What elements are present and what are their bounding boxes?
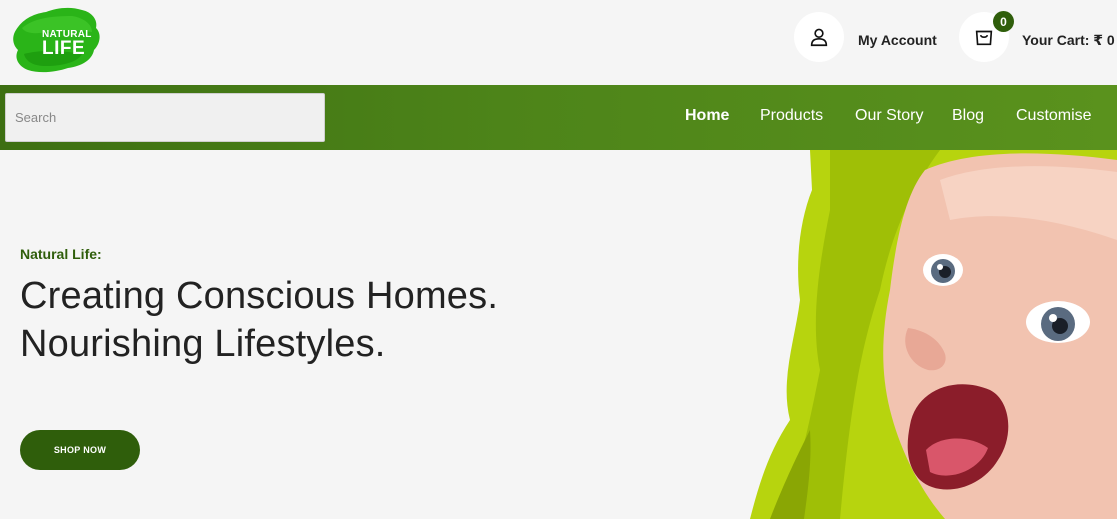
nav-item-home[interactable]: Home <box>685 107 729 125</box>
account-link[interactable]: My Account <box>858 32 937 48</box>
hero-banner: Natural Life: Creating Conscious Homes. … <box>0 150 1117 519</box>
cart-total-link[interactable]: Your Cart: ₹ 0 <box>1022 32 1115 49</box>
account-button[interactable] <box>794 12 844 62</box>
search-input[interactable] <box>5 93 325 142</box>
logo-text-life: LIFE <box>42 38 86 59</box>
shop-now-button[interactable]: SHOP NOW <box>20 430 140 470</box>
shopping-bag-icon <box>975 30 993 46</box>
hero-headline-line-2: Nourishing Lifestyles. <box>20 323 386 365</box>
hero-eyebrow: Natural Life: <box>20 246 102 262</box>
logo[interactable]: NATURAL LIFE <box>12 4 102 74</box>
hero-headline: Creating Conscious Homes. Nourishing Lif… <box>20 272 498 368</box>
nav-item-our-story[interactable]: Our Story <box>855 107 923 125</box>
page: NATURAL LIFE My Account 0 Your Cart: ₹ 0… <box>0 0 1117 519</box>
hero-headline-line-1: Creating Conscious Homes. <box>20 275 499 317</box>
nav-item-customise[interactable]: Customise <box>1016 107 1092 125</box>
user-icon <box>810 28 828 47</box>
top-header: NATURAL LIFE My Account 0 Your Cart: ₹ 0 <box>0 0 1117 85</box>
nav-item-products[interactable]: Products <box>760 107 823 125</box>
cart-count-badge: 0 <box>993 11 1014 32</box>
nav-item-blog[interactable]: Blog <box>952 107 984 125</box>
main-nav: Home Products Our Story Blog Customise <box>0 85 1117 150</box>
hero-baby-image <box>750 150 1117 519</box>
